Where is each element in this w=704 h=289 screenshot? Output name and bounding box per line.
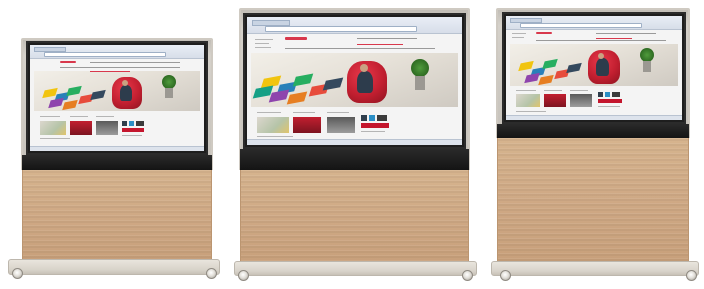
promo-banner — [122, 128, 144, 132]
hero-photo — [510, 44, 678, 86]
stand-base — [8, 259, 220, 275]
thumbnail — [96, 121, 118, 135]
thumbnail — [570, 94, 592, 107]
social-icon — [612, 92, 620, 97]
caster-wheel — [686, 270, 697, 281]
site-logo — [536, 32, 552, 34]
browser-toolbar — [506, 16, 682, 30]
seated-person — [596, 58, 609, 76]
thumbnail — [327, 117, 355, 133]
caster-wheel — [500, 270, 511, 281]
caster-wheel — [238, 270, 249, 281]
social-icon — [122, 121, 127, 126]
thumbnail — [70, 121, 92, 135]
promo-banner — [598, 99, 622, 103]
hero-photo — [34, 71, 200, 111]
thumbnail — [257, 117, 289, 133]
site-logo — [60, 61, 76, 63]
caster-wheel — [462, 270, 473, 281]
wood-panel — [497, 138, 689, 262]
browser-toolbar — [30, 45, 204, 59]
thumbnail — [293, 117, 321, 133]
wood-panel — [22, 170, 212, 260]
monitor-screen — [30, 45, 204, 151]
thumbnail — [544, 94, 566, 107]
speaker-bar — [240, 149, 469, 170]
browser-toolbar — [247, 17, 462, 34]
monitor — [243, 13, 466, 149]
monitor-screen — [506, 16, 682, 120]
potted-plant — [162, 75, 176, 89]
social-icon — [605, 92, 610, 97]
browser-status-bar — [506, 115, 682, 120]
promo-banner — [361, 123, 389, 128]
seated-person — [120, 85, 132, 101]
wood-panel — [240, 170, 469, 262]
seated-person — [357, 71, 373, 93]
browser-status-bar — [247, 139, 462, 145]
stand-base — [234, 261, 477, 276]
address-bar — [44, 52, 166, 57]
social-icon — [377, 115, 387, 121]
caster-wheel — [206, 268, 217, 279]
monitor-screen — [247, 17, 462, 145]
potted-plant — [640, 48, 654, 62]
product-image — [0, 0, 704, 289]
thumbnail — [40, 121, 66, 135]
social-icon — [598, 92, 603, 97]
speaker-bar — [22, 155, 212, 170]
social-icon — [129, 121, 134, 126]
browser-status-bar — [30, 146, 204, 151]
social-icon — [369, 115, 375, 121]
address-bar — [265, 26, 417, 32]
speaker-bar — [497, 124, 689, 138]
caster-wheel — [12, 268, 23, 279]
potted-plant — [411, 59, 429, 77]
address-bar — [520, 23, 642, 28]
thumbnail — [516, 94, 540, 107]
stand-base — [491, 261, 699, 276]
site-logo — [285, 37, 307, 40]
hero-photo — [251, 53, 458, 107]
social-icon — [136, 121, 144, 126]
social-icon — [361, 115, 367, 121]
monitor — [26, 41, 208, 155]
monitor — [502, 12, 686, 124]
